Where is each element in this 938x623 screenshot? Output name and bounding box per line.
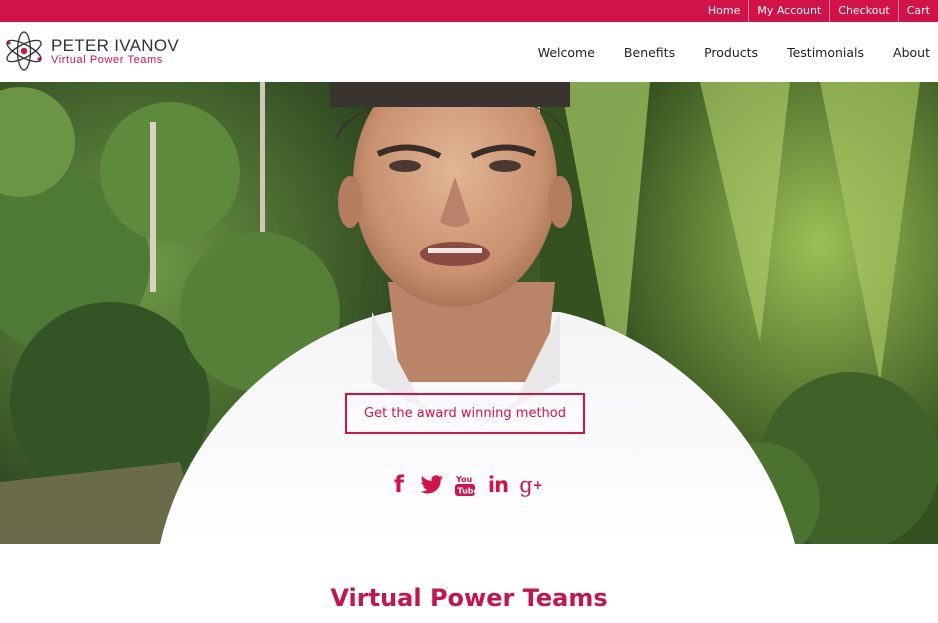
logo-text: PETER IVANOV Virtual Power Teams bbox=[51, 37, 179, 66]
nav-item-welcome[interactable]: Welcome bbox=[538, 45, 595, 60]
top-link-cart[interactable]: Cart bbox=[897, 0, 938, 22]
twitter-icon[interactable] bbox=[419, 472, 445, 498]
facebook-icon[interactable]: f bbox=[386, 472, 412, 498]
site-header: PETER IVANOV Virtual Power Teams Welcome… bbox=[0, 22, 938, 82]
main-nav: Welcome Benefits Products Testimonials A… bbox=[509, 22, 930, 82]
google-plus-letter: g bbox=[519, 473, 533, 497]
award-method-button[interactable]: Get the award winning method bbox=[345, 393, 585, 434]
top-link-checkout[interactable]: Checkout bbox=[829, 0, 897, 22]
youtube-icon[interactable]: You Tube bbox=[452, 472, 478, 498]
top-link-home[interactable]: Home bbox=[700, 0, 748, 22]
site-logo[interactable]: PETER IVANOV Virtual Power Teams bbox=[3, 31, 179, 71]
svg-text:Tube: Tube bbox=[458, 487, 477, 496]
nav-item-benefits[interactable]: Benefits bbox=[624, 45, 675, 60]
social-links: f You Tube in g+ bbox=[386, 472, 551, 498]
section-title: Virtual Power Teams bbox=[330, 584, 608, 612]
atom-logo-icon bbox=[6, 31, 42, 71]
nav-item-products[interactable]: Products bbox=[704, 45, 758, 60]
google-plus-sign: + bbox=[532, 478, 543, 492]
brand-tagline: Virtual Power Teams bbox=[51, 53, 163, 66]
nav-item-testimonials[interactable]: Testimonials bbox=[787, 45, 864, 60]
nav-item-about[interactable]: About bbox=[893, 45, 930, 60]
linkedin-icon[interactable]: in bbox=[485, 472, 511, 498]
svg-text:You: You bbox=[455, 475, 473, 484]
top-utility-bar: Home My Account Checkout Cart bbox=[0, 0, 938, 22]
brand-name: PETER IVANOV bbox=[51, 35, 179, 55]
hero-video[interactable]: Get the award winning method f You Tube … bbox=[0, 82, 938, 544]
google-plus-icon[interactable]: g + bbox=[518, 472, 544, 498]
top-link-my-account[interactable]: My Account bbox=[748, 0, 829, 22]
